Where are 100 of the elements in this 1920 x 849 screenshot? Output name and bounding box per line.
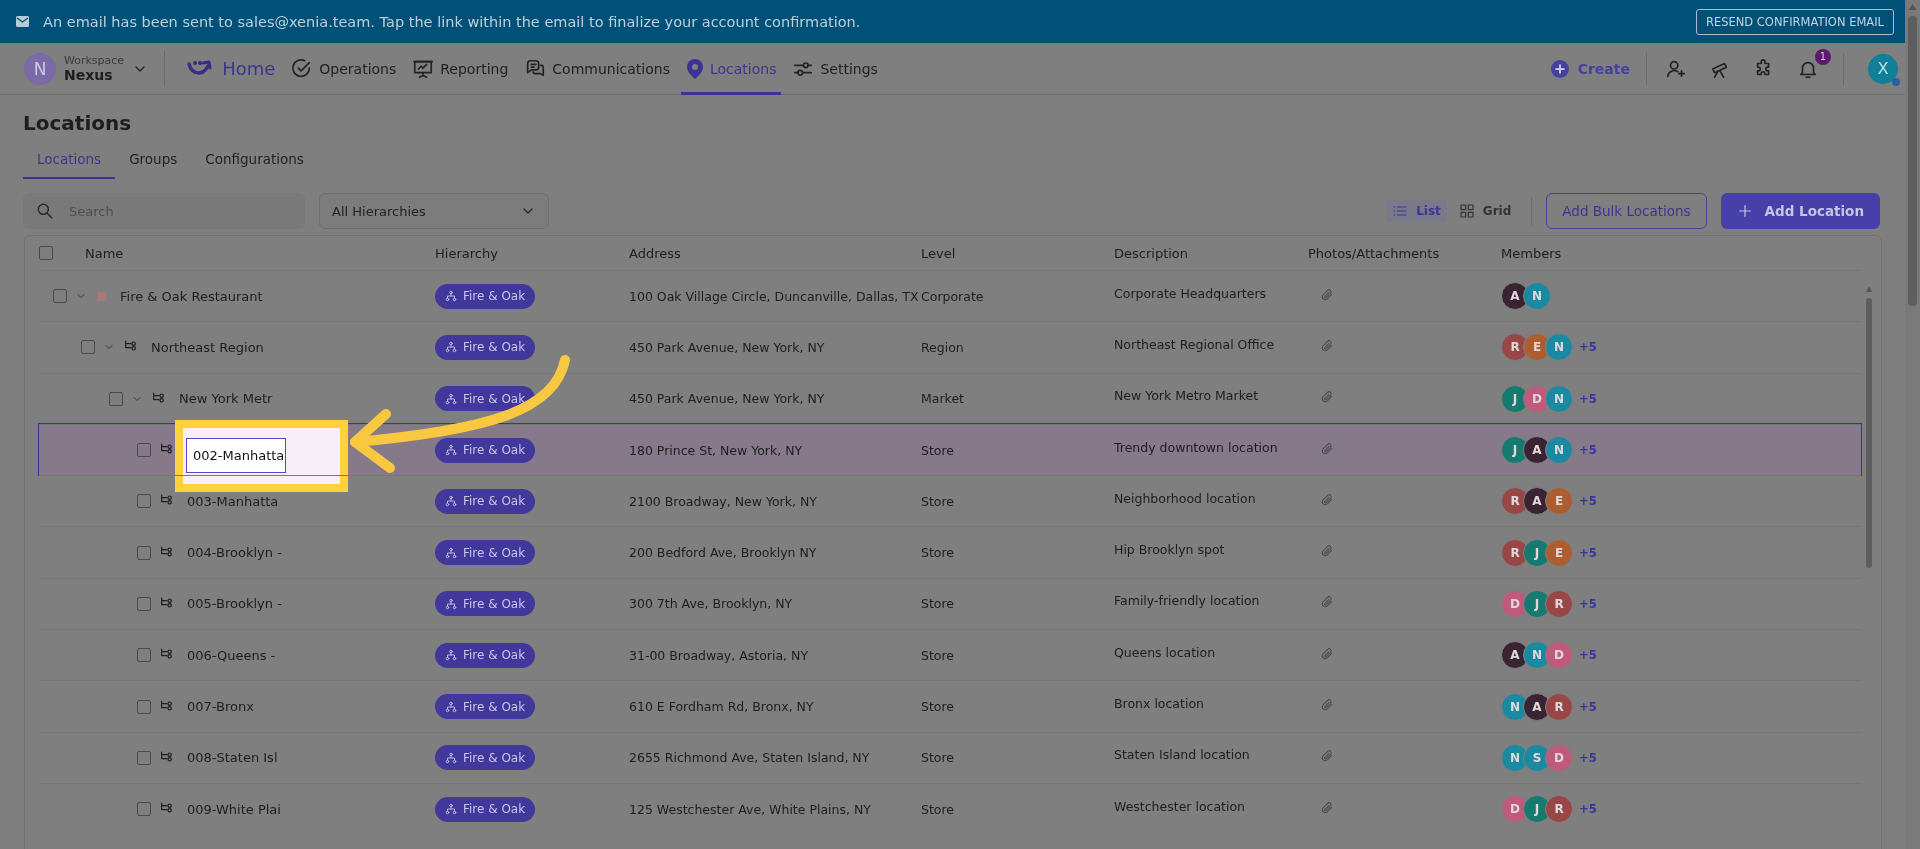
- notification-badge: 1: [1815, 48, 1831, 65]
- member-avatar[interactable]: N: [1545, 436, 1573, 465]
- description-cell-text: Staten Island location: [1114, 747, 1251, 763]
- more-members-count[interactable]: +5: [1579, 443, 1597, 458]
- view-toggle[interactable]: Grid: [1452, 200, 1518, 222]
- column-header[interactable]: Members: [1501, 245, 1881, 261]
- page-tab[interactable]: Configurations: [191, 145, 318, 179]
- location-name[interactable]: 003-Manhatta: [183, 493, 279, 509]
- nav-tab[interactable]: Settings: [787, 42, 883, 95]
- description-cell-text: Queens location: [1114, 644, 1217, 660]
- hierarchy-badge: Fire & Oak: [435, 642, 536, 668]
- more-members-count[interactable]: +5: [1579, 494, 1597, 509]
- location-name[interactable]: Northeast Region: [147, 339, 264, 355]
- location-name[interactable]: 009-White Plai: [183, 801, 281, 817]
- hierarchy-badge: Fire & Oak: [435, 745, 536, 771]
- workspace-avatar[interactable]: N: [24, 52, 56, 85]
- location-name[interactable]: 007-Bronx: [183, 699, 254, 714]
- nav-tab[interactable]: Reporting: [407, 42, 514, 95]
- more-members-count[interactable]: +5: [1579, 340, 1597, 355]
- column-header[interactable]: Photos/Attachments: [1308, 245, 1501, 261]
- hierarchy-badge: Fire & Oak: [435, 796, 536, 822]
- nav-tab[interactable]: Communications: [519, 42, 675, 95]
- address-cell-text: 200 Bedford Ave, Brooklyn NY: [629, 545, 818, 561]
- hierarchy-badge: Fire & Oak: [435, 488, 536, 514]
- location-name[interactable]: 005-Brooklyn -: [183, 596, 282, 612]
- level-cell-text: Store: [921, 699, 956, 714]
- member-avatar[interactable]: R: [1545, 795, 1573, 824]
- hierarchy-badge: Fire & Oak: [435, 591, 536, 617]
- location-name[interactable]: 006-Queens -: [183, 647, 276, 663]
- description-cell-text: New York Metro Market: [1114, 388, 1260, 404]
- column-header[interactable]: Address: [629, 245, 921, 261]
- member-avatar[interactable]: E: [1545, 487, 1573, 516]
- level-cell-text: Store: [921, 545, 956, 561]
- member-avatar[interactable]: D: [1545, 641, 1573, 670]
- user-avatar[interactable]: X: [1868, 53, 1898, 84]
- add-location-button[interactable]: Add Location: [1720, 193, 1880, 229]
- description-cell-text: Westchester location: [1114, 798, 1247, 814]
- description-cell-text: Hip Brooklyn spot: [1114, 542, 1226, 558]
- resend-email-button[interactable]: RESEND CONFIRMATION EMAIL: [1695, 8, 1894, 35]
- more-members-count[interactable]: +5: [1579, 545, 1597, 560]
- description-cell-text: Northeast Regional Office: [1114, 336, 1276, 352]
- banner-message: An email has been sent to sales@xenia.team. Tap the link within the email to finalize your account confirmation.: [43, 13, 862, 30]
- address-cell-text: 610 E Fordham Rd, Bronx, NY: [629, 699, 815, 714]
- nav-tab[interactable]: Operations: [286, 42, 402, 95]
- column-header[interactable]: Hierarchy: [435, 245, 629, 261]
- column-header[interactable]: Name: [85, 245, 124, 261]
- member-avatar[interactable]: D: [1545, 743, 1573, 772]
- address-cell-text: 100 Oak Village Circle, Duncanville, Dallas, TX: [629, 288, 920, 304]
- level-cell-text: Market: [921, 391, 965, 407]
- address-cell-text: 450 Park Avenue, New York, NY: [629, 391, 826, 407]
- member-avatar[interactable]: N: [1523, 282, 1551, 311]
- member-avatar[interactable]: R: [1545, 692, 1573, 721]
- level-cell-text: Store: [921, 596, 956, 612]
- add-bulk-button[interactable]: Add Bulk Locations: [1546, 193, 1707, 229]
- address-cell-text: 450 Park Avenue, New York, NY: [629, 339, 826, 355]
- view-toggle[interactable]: List: [1386, 200, 1447, 222]
- location-name[interactable]: 004-Brooklyn -: [183, 545, 282, 561]
- level-cell-text: Store: [921, 493, 956, 509]
- location-name[interactable]: New York Metr: [175, 391, 273, 407]
- address-cell-text: 2655 Richmond Ave, Staten Island, NY: [629, 750, 871, 766]
- member-avatar[interactable]: N: [1545, 384, 1573, 413]
- level-cell-text: Region: [921, 339, 965, 355]
- hierarchy-badge: Fire & Oak: [435, 437, 536, 463]
- description-cell-text: Neighborhood location: [1114, 490, 1257, 506]
- level-cell-text: Store: [921, 647, 956, 663]
- page-tab[interactable]: Groups: [115, 145, 192, 179]
- more-members-count[interactable]: +5: [1579, 391, 1597, 406]
- workspace-label: Workspace: [64, 54, 125, 67]
- column-header[interactable]: Description: [1114, 245, 1308, 261]
- hierarchy-badge: Fire & Oak: [435, 283, 536, 309]
- level-cell-text: Store: [921, 750, 956, 766]
- location-name[interactable]: 008-Staten Isl: [183, 750, 278, 766]
- address-cell-text: 180 Prince St, New York, NY: [629, 442, 804, 458]
- nav-tab[interactable]: Locations: [680, 42, 782, 95]
- address-cell-text: 2100 Broadway, New York, NY: [629, 493, 818, 509]
- member-avatar[interactable]: E: [1545, 538, 1573, 567]
- member-avatar[interactable]: R: [1545, 589, 1573, 618]
- level-cell-text: Corporate: [921, 288, 985, 304]
- workspace-name[interactable]: Nexus: [64, 67, 125, 83]
- address-cell-text: 300 7th Ave, Brooklyn, NY: [629, 596, 794, 612]
- more-members-count[interactable]: +5: [1579, 750, 1597, 765]
- description-cell-text: Corporate Headquarters: [1114, 285, 1268, 301]
- more-members-count[interactable]: +5: [1579, 699, 1597, 714]
- location-name[interactable]: 002-Manhatta: [186, 438, 286, 474]
- column-header[interactable]: Level: [921, 245, 1114, 261]
- member-avatar[interactable]: N: [1545, 333, 1573, 362]
- create-button[interactable]: Create: [1549, 52, 1647, 85]
- level-cell-text: Store: [921, 442, 956, 458]
- location-name[interactable]: Fire & Oak Restaurant: [116, 288, 263, 304]
- more-members-count[interactable]: +5: [1579, 648, 1597, 663]
- more-members-count[interactable]: +5: [1579, 596, 1597, 611]
- hierarchy-dropdown[interactable]: All Hierarchies: [319, 193, 549, 229]
- nav-tab[interactable]: Home: [181, 42, 281, 95]
- description-cell-text: Bronx location: [1114, 696, 1205, 711]
- hierarchy-badge: Fire & Oak: [435, 386, 536, 412]
- hierarchy-badge: Fire & Oak: [435, 694, 536, 719]
- description-cell-text: Trendy downtown location: [1114, 439, 1279, 455]
- more-members-count[interactable]: +5: [1579, 802, 1597, 817]
- address-cell-text: 125 Westchester Ave, White Plains, NY: [629, 801, 872, 817]
- page-tab[interactable]: Locations: [23, 145, 116, 179]
